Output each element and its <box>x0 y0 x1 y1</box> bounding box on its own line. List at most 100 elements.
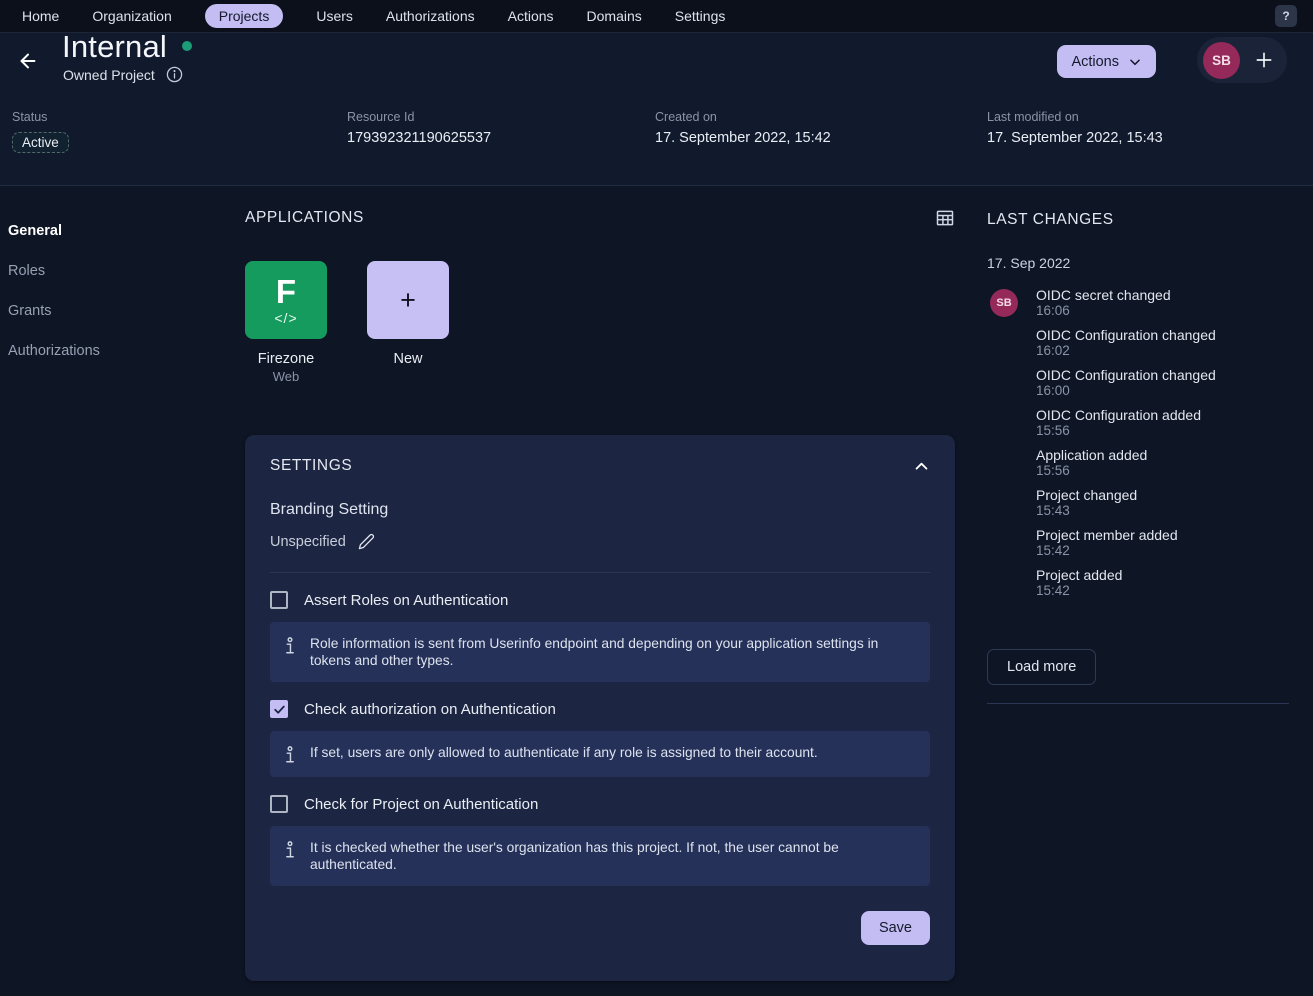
load-more-button[interactable]: Load more <box>987 649 1096 685</box>
check-project-checkbox[interactable] <box>270 795 288 813</box>
nav-item-projects[interactable]: Projects <box>205 4 284 28</box>
page-title: Internal <box>62 29 167 65</box>
change-event[interactable]: OIDC Configuration changed 16:00 <box>1036 367 1289 407</box>
sidebar-item-authorizations[interactable]: Authorizations <box>8 331 233 371</box>
last-changes-title: LAST CHANGES <box>987 187 1289 229</box>
new-app-label: New <box>367 351 449 367</box>
last-modified-label: Last modified on <box>987 110 1163 124</box>
changes-date-header: 17. Sep 2022 <box>987 255 1289 271</box>
change-name: OIDC Configuration changed <box>1036 327 1289 343</box>
meta-created-on: Created on 17. September 2022, 15:42 <box>655 110 831 146</box>
info-text: It is checked whether the user's organiz… <box>310 839 914 873</box>
change-event[interactable]: Project changed 15:43 <box>1036 487 1289 527</box>
check-authorization-label[interactable]: Check authorization on Authentication <box>304 701 556 718</box>
change-name: Project added <box>1036 567 1289 583</box>
add-button[interactable] <box>1246 50 1281 70</box>
sidebar: General Roles Grants Authorizations <box>8 211 233 371</box>
info-icon[interactable] <box>166 66 183 83</box>
nav-item-home[interactable]: Home <box>22 8 59 24</box>
nav-item-users[interactable]: Users <box>316 8 353 24</box>
nav-item-authorizations[interactable]: Authorizations <box>386 8 475 24</box>
change-event[interactable]: OIDC Configuration changed 16:02 <box>1036 327 1289 367</box>
project-header: Internal Owned Project Actions SB Status… <box>0 33 1313 186</box>
save-button[interactable]: Save <box>861 911 930 945</box>
back-button[interactable] <box>13 46 43 76</box>
status-label: Status <box>12 110 69 124</box>
check-authorization-checkbox[interactable] <box>270 700 288 718</box>
meta-last-modified: Last modified on 17. September 2022, 15:… <box>987 110 1163 146</box>
meta-resource-id: Resource Id 179392321190625537 <box>347 110 491 146</box>
firezone-app-tile[interactable]: F </> <box>245 261 327 339</box>
nav-item-domains[interactable]: Domains <box>587 8 642 24</box>
branding-setting-title: Branding Setting <box>270 501 930 519</box>
help-button[interactable]: ? <box>1275 5 1297 27</box>
avatar[interactable]: SB <box>1203 42 1240 79</box>
info-i-icon <box>270 744 310 764</box>
sidebar-item-general[interactable]: General <box>8 211 233 251</box>
table-view-icon[interactable] <box>935 208 955 228</box>
check-project-label[interactable]: Check for Project on Authentication <box>304 796 538 813</box>
sidebar-item-grants[interactable]: Grants <box>8 291 233 331</box>
new-app-tile[interactable]: + <box>367 261 449 339</box>
chevron-down-icon <box>1128 55 1142 69</box>
info-text: If set, users are only allowed to authen… <box>310 744 818 761</box>
meta-status: Status Active <box>12 110 69 153</box>
option-check-project: Check for Project on Authentication It i… <box>270 795 930 886</box>
org-switcher[interactable]: SB <box>1197 37 1287 83</box>
change-name: Project member added <box>1036 527 1289 543</box>
active-state-dot <box>182 41 192 51</box>
divider <box>270 572 930 573</box>
sidebar-item-roles[interactable]: Roles <box>8 251 233 291</box>
change-name: Project changed <box>1036 487 1289 503</box>
status-badge: Active <box>12 132 69 153</box>
last-changes-panel: LAST CHANGES 17. Sep 2022 SB OIDC secret… <box>987 187 1289 704</box>
created-on-label: Created on <box>655 110 831 124</box>
info-box: It is checked whether the user's organiz… <box>270 826 930 886</box>
resource-id-value: 179392321190625537 <box>347 130 491 146</box>
info-text: Role information is sent from Userinfo e… <box>310 635 914 669</box>
change-event[interactable]: Application added 15:56 <box>1036 447 1289 487</box>
change-time: 15:42 <box>1036 583 1289 599</box>
change-event[interactable]: OIDC secret changed 16:06 <box>1036 287 1289 327</box>
app-card-new[interactable]: + New <box>367 261 449 384</box>
change-time: 16:06 <box>1036 303 1289 319</box>
change-time: 15:42 <box>1036 543 1289 559</box>
last-modified-value: 17. September 2022, 15:43 <box>987 130 1163 146</box>
info-box: If set, users are only allowed to authen… <box>270 731 930 777</box>
info-i-icon <box>270 839 310 859</box>
assert-roles-label[interactable]: Assert Roles on Authentication <box>304 592 508 609</box>
info-i-icon <box>270 635 310 655</box>
page-subtitle: Owned Project <box>63 67 155 83</box>
app-name: Firezone <box>245 351 327 367</box>
settings-panel: SETTINGS Branding Setting Unspecified As… <box>245 435 955 981</box>
change-event[interactable]: OIDC Configuration added 15:56 <box>1036 407 1289 447</box>
avatar: SB <box>990 289 1018 317</box>
app-card-firezone[interactable]: F </> Firezone Web <box>245 261 327 384</box>
chevron-up-icon[interactable] <box>913 458 930 475</box>
applications-section-title: APPLICATIONS <box>245 209 364 227</box>
change-time: 15:56 <box>1036 423 1289 439</box>
actions-dropdown-button[interactable]: Actions <box>1057 45 1156 78</box>
change-time: 15:43 <box>1036 503 1289 519</box>
main-column: APPLICATIONS F </> Firezone Web + New <box>245 187 955 228</box>
divider <box>987 703 1289 704</box>
change-event[interactable]: Project added 15:42 <box>1036 567 1289 607</box>
change-event[interactable]: Project member added 15:42 <box>1036 527 1289 567</box>
content-area: General Roles Grants Authorizations APPL… <box>0 187 1313 996</box>
nav-item-organization[interactable]: Organization <box>92 8 171 24</box>
actions-button-label: Actions <box>1071 54 1119 70</box>
back-arrow-icon <box>17 50 39 72</box>
change-name: OIDC Configuration changed <box>1036 367 1289 383</box>
nav-item-actions[interactable]: Actions <box>508 8 554 24</box>
branding-setting-value: Unspecified <box>270 534 346 550</box>
edit-pencil-icon[interactable] <box>358 533 375 550</box>
plus-icon: + <box>400 287 416 314</box>
code-icon: </> <box>274 310 297 326</box>
assert-roles-checkbox[interactable] <box>270 591 288 609</box>
resource-id-label: Resource Id <box>347 110 491 124</box>
change-time: 15:56 <box>1036 463 1289 479</box>
change-name: Application added <box>1036 447 1289 463</box>
nav-item-settings[interactable]: Settings <box>675 8 726 24</box>
option-check-authorization: Check authorization on Authentication If… <box>270 700 930 777</box>
change-time: 16:02 <box>1036 343 1289 359</box>
